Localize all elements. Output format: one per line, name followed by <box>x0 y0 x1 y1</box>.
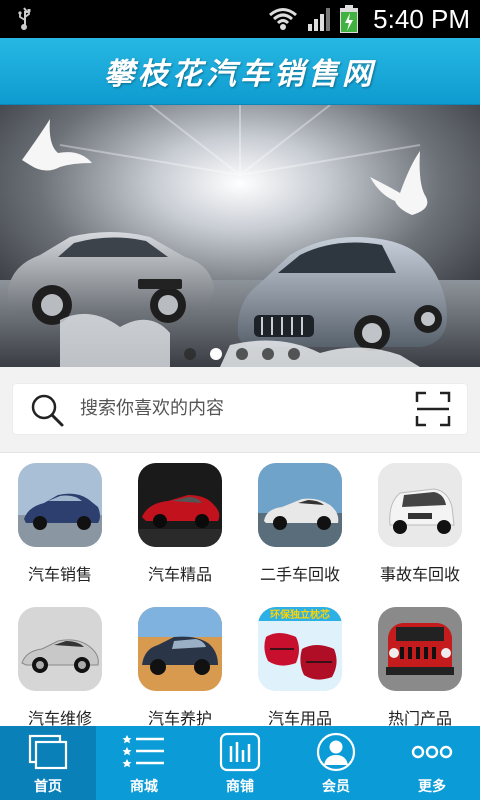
battery-icon <box>340 5 358 33</box>
banner-dot[interactable] <box>184 348 196 360</box>
search-bar[interactable]: 搜索你喜欢的内容 <box>13 384 467 434</box>
car-maintenance-thumbnail[interactable] <box>138 607 222 691</box>
bottom-tab-bar: 首页 商城 商铺 会员 更多 <box>0 726 480 800</box>
category-used-car-recycling[interactable]: 二手车回收 <box>240 453 360 585</box>
accessory-banner-text: 环保独立枕芯 <box>270 608 330 621</box>
list-icon[interactable] <box>122 732 166 772</box>
category-car-sales[interactable]: 汽车销售 <box>0 453 120 585</box>
banner-dot[interactable] <box>262 348 274 360</box>
status-bar: 5:40 PM <box>0 0 480 38</box>
tab-label[interactable]: 首页 <box>0 776 96 796</box>
category-car-accessories[interactable]: 环保独立枕芯 汽车用品 <box>240 597 360 728</box>
tab-member[interactable]: 会员 <box>288 726 384 800</box>
tab-label[interactable]: 会员 <box>288 776 384 796</box>
banner-dot[interactable] <box>288 348 300 360</box>
tab-more[interactable]: 更多 <box>384 726 480 800</box>
search-input[interactable]: 搜索你喜欢的内容 <box>80 384 224 434</box>
car-sales-thumbnail[interactable] <box>18 463 102 547</box>
tab-label[interactable]: 商铺 <box>192 776 288 796</box>
tab-label[interactable]: 商城 <box>96 776 192 796</box>
banner-carousel[interactable] <box>0 105 480 367</box>
category-car-repair[interactable]: 汽车维修 <box>0 597 120 728</box>
user-icon[interactable] <box>314 732 358 772</box>
car-boutique-thumbnail[interactable] <box>138 463 222 547</box>
hot-products-thumbnail[interactable] <box>378 607 462 691</box>
category-hot-products[interactable]: 热门产品 <box>360 597 480 728</box>
home-icon[interactable] <box>26 732 70 772</box>
banner-indicator[interactable] <box>184 348 300 360</box>
scan-icon[interactable] <box>415 391 451 427</box>
category-accident-car-recycling[interactable]: 事故车回收 <box>360 453 480 585</box>
banner-dot[interactable] <box>236 348 248 360</box>
app-header: 攀枝花汽车销售网 <box>0 38 480 106</box>
usb-icon <box>18 7 31 30</box>
accident-car-thumbnail[interactable] <box>378 463 462 547</box>
category-grid: 汽车销售 汽车精品 二手车回收 事故车回收 汽车维修 汽车养护 环保独立枕芯 汽… <box>0 452 480 728</box>
car-repair-thumbnail[interactable] <box>18 607 102 691</box>
used-car-thumbnail[interactable] <box>258 463 342 547</box>
search-icon[interactable] <box>29 392 65 428</box>
category-label[interactable]: 二手车回收 <box>240 561 360 585</box>
tab-mall[interactable]: 商城 <box>96 726 192 800</box>
banner-image <box>0 105 480 367</box>
more-icon[interactable] <box>410 732 454 772</box>
site-title: 攀枝花汽车销售网 <box>104 57 376 92</box>
tab-home[interactable]: 首页 <box>0 726 96 800</box>
tab-label[interactable]: 更多 <box>384 776 480 796</box>
signal-icon <box>308 8 330 31</box>
category-car-boutique[interactable]: 汽车精品 <box>120 453 240 585</box>
banner-dot-active[interactable] <box>210 348 222 360</box>
category-car-maintenance[interactable]: 汽车养护 <box>120 597 240 728</box>
category-label[interactable]: 汽车精品 <box>120 561 240 585</box>
category-label[interactable]: 事故车回收 <box>360 561 480 585</box>
shop-icon[interactable] <box>218 732 262 772</box>
clock: 5:40 PM <box>373 4 470 34</box>
category-label[interactable]: 汽车销售 <box>0 561 120 585</box>
car-accessories-thumbnail[interactable]: 环保独立枕芯 <box>258 607 342 691</box>
tab-shop[interactable]: 商铺 <box>192 726 288 800</box>
wifi-icon <box>269 8 297 30</box>
